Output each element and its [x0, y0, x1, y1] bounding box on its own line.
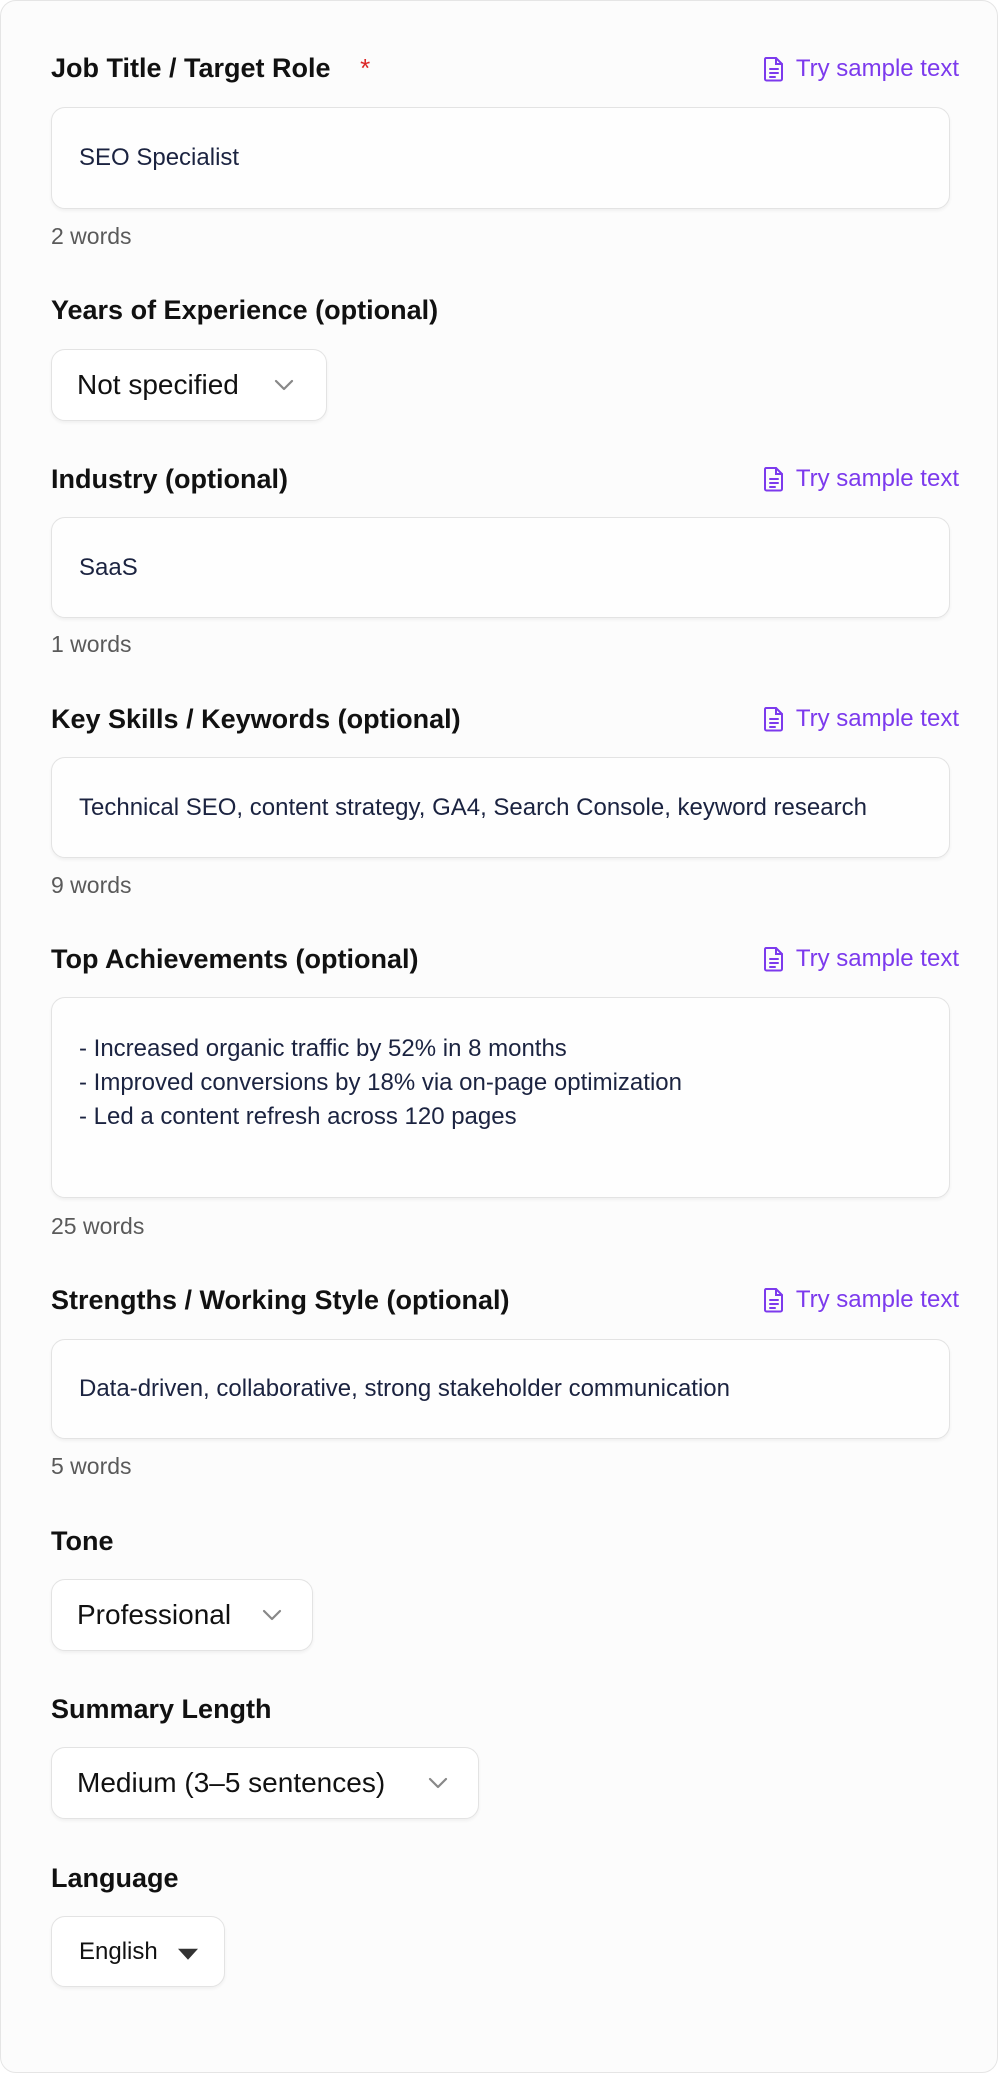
strengths-label: Strengths / Working Style (optional) [51, 1285, 510, 1315]
form-card: Job Title / Target Role * Try sample tex… [0, 0, 998, 2073]
language-label: Language [51, 1863, 179, 1893]
strengths-word-count: 5 words [51, 1453, 132, 1479]
language-select[interactable]: English [51, 1916, 225, 1987]
chevron-down-icon [428, 1777, 448, 1789]
skills-input[interactable]: Technical SEO, content strategy, GA4, Se… [51, 757, 950, 858]
caret-down-icon [178, 1948, 198, 1960]
industry-input[interactable]: SaaS [51, 517, 950, 618]
skills-label: Key Skills / Keywords (optional) [51, 704, 461, 734]
job-title-label: Job Title / Target Role * [51, 53, 371, 83]
strengths-input[interactable]: Data-driven, collaborative, strong stake… [51, 1339, 950, 1439]
tone-label: Tone [51, 1526, 114, 1556]
document-icon [763, 947, 783, 972]
skills-word-count: 9 words [51, 872, 132, 898]
document-icon [763, 1288, 783, 1313]
document-icon [763, 57, 783, 82]
job-title-sample-link[interactable]: Try sample text [762, 55, 959, 83]
document-icon [763, 467, 783, 492]
required-marker: * [360, 53, 371, 83]
achievements-word-count: 25 words [51, 1213, 145, 1239]
tone-select[interactable]: Professional [51, 1579, 313, 1651]
industry-label: Industry (optional) [51, 464, 288, 494]
strengths-sample-link[interactable]: Try sample text [762, 1286, 959, 1314]
achievements-label: Top Achievements (optional) [51, 944, 419, 974]
chevron-down-icon [274, 379, 294, 391]
achievements-sample-link[interactable]: Try sample text [762, 945, 959, 973]
achievement-line: - Improved conversions by 18% via on-pag… [79, 1069, 682, 1096]
skills-sample-link[interactable]: Try sample text [762, 705, 959, 733]
achievements-textarea[interactable]: - Increased organic traffic by 52% in 8 … [51, 997, 950, 1198]
industry-word-count: 1 words [51, 631, 132, 657]
achievement-line: - Increased organic traffic by 52% in 8 … [79, 1035, 567, 1062]
experience-select[interactable]: Not specified [51, 349, 327, 421]
achievement-line: - Led a content refresh across 120 pages [79, 1103, 517, 1130]
job-title-word-count: 2 words [51, 223, 132, 249]
job-title-input[interactable]: SEO Specialist [51, 107, 950, 209]
summary-length-select[interactable]: Medium (3–5 sentences) [51, 1747, 479, 1819]
chevron-down-icon [262, 1609, 282, 1621]
document-icon [763, 707, 783, 732]
industry-sample-link[interactable]: Try sample text [762, 465, 959, 493]
experience-label: Years of Experience (optional) [51, 295, 439, 325]
summary-length-label: Summary Length [51, 1694, 272, 1724]
